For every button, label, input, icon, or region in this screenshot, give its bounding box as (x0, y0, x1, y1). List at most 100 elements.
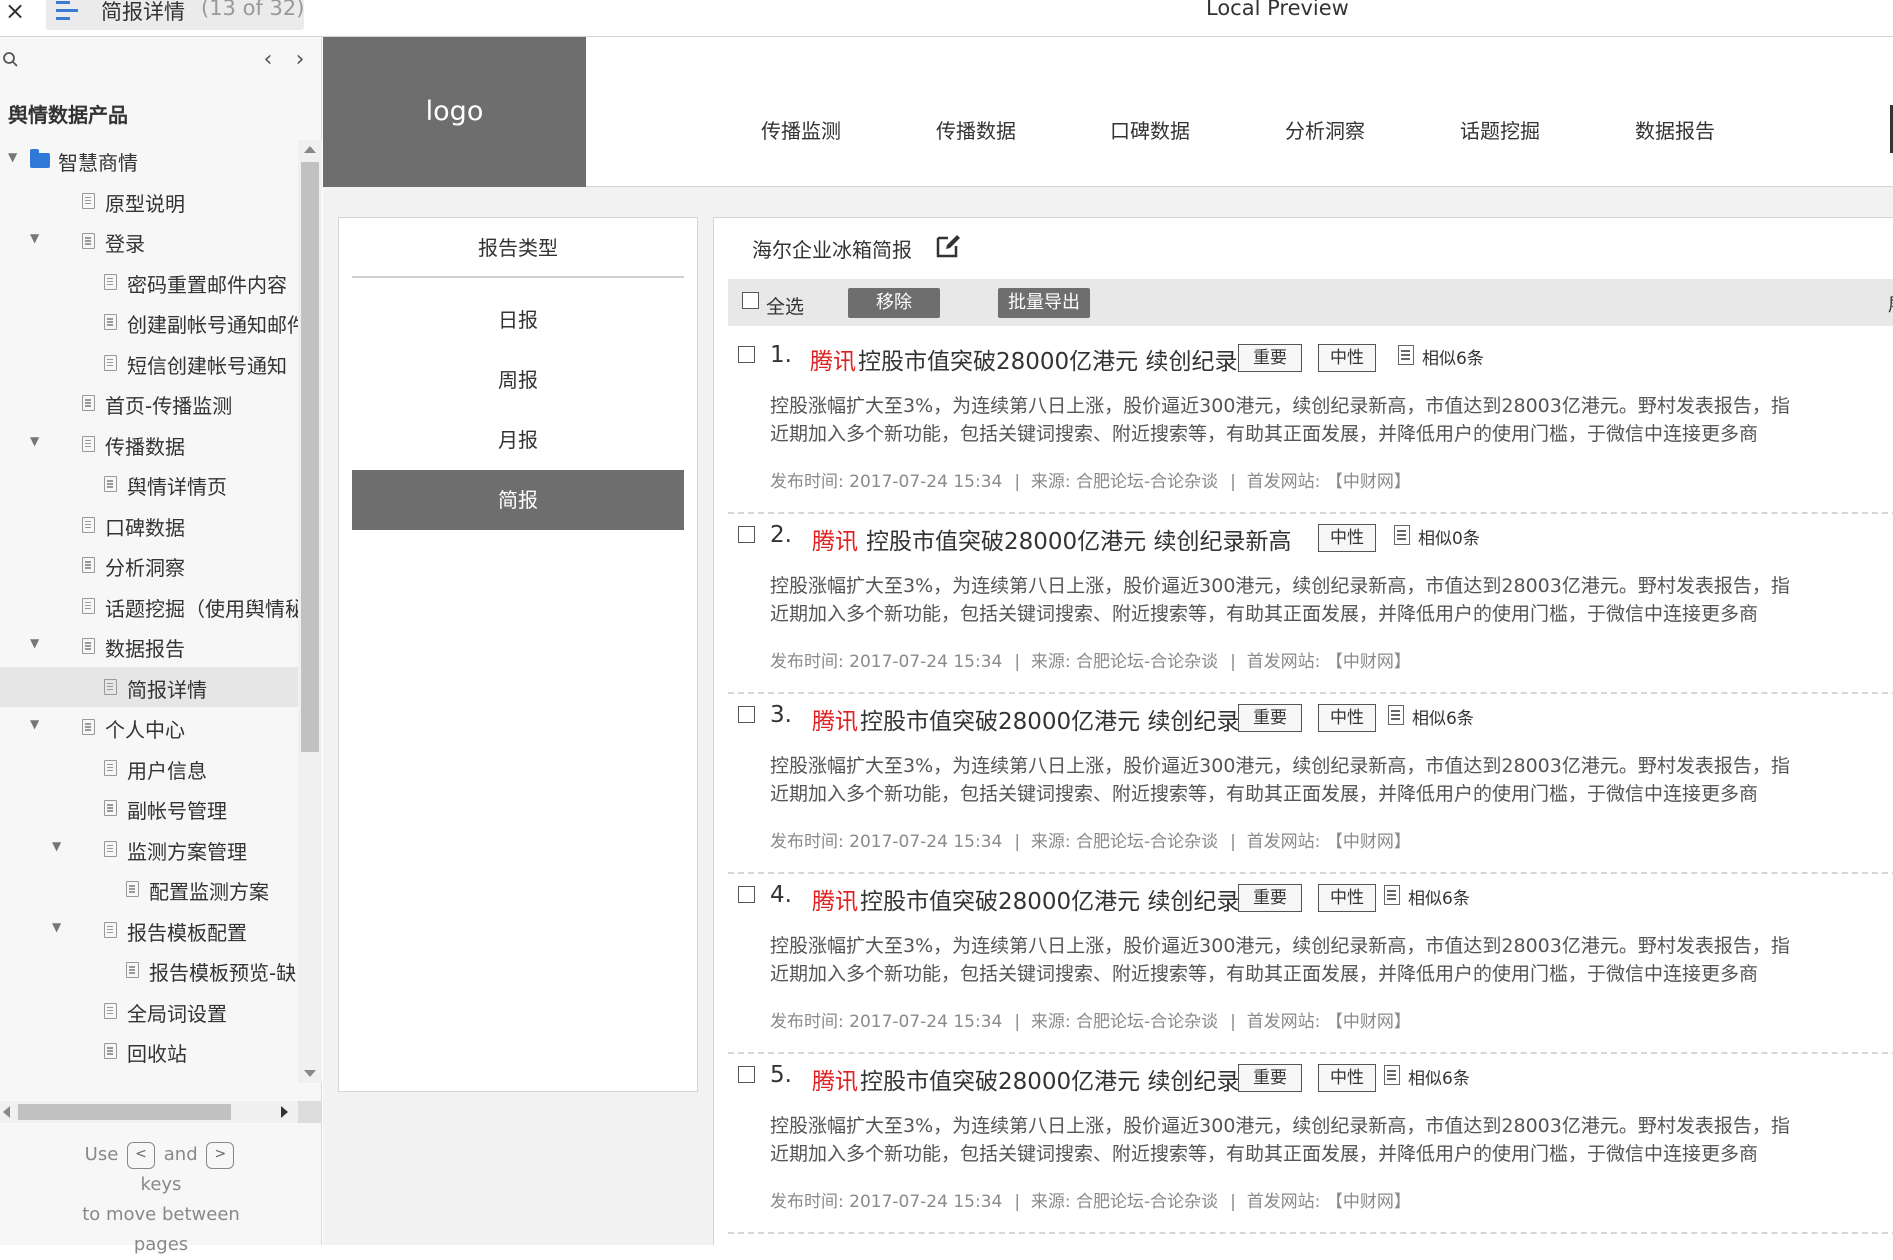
report-type-daily[interactable]: 日报 (352, 290, 684, 350)
nav-item[interactable]: 传播监测 (761, 115, 841, 144)
sidebar-item[interactable]: 话题挖掘（使用舆情秘书 (0, 586, 298, 627)
sidebar-item[interactable]: 简报详情 (0, 666, 298, 707)
sentiment-tag[interactable]: 中性 (1318, 704, 1376, 732)
nav-item[interactable]: 数据报告 (1635, 115, 1715, 144)
sidebar-item[interactable]: 全局词设置 (0, 991, 298, 1032)
next-key-icon: > (206, 1141, 235, 1169)
news-checkbox[interactable] (738, 526, 755, 543)
search-icon[interactable] (2, 51, 22, 71)
scroll-thumb[interactable] (301, 162, 319, 752)
sidebar-item[interactable]: ▼ 个人中心 (0, 707, 298, 748)
news-source[interactable]: 腾讯 (812, 882, 858, 916)
news-source[interactable]: 腾讯 (812, 702, 858, 736)
horizontal-scrollbar[interactable] (0, 1101, 322, 1123)
news-title[interactable]: 控股市值突破28000亿港元 续创纪录新高 (860, 702, 1285, 736)
similar-list-icon[interactable] (1384, 885, 1400, 905)
news-checkbox[interactable] (738, 706, 755, 723)
report-type-brief[interactable]: 简报 (352, 470, 684, 530)
nav-item[interactable]: 口碑数据 (1110, 115, 1190, 144)
nav-item[interactable]: 话题挖掘 (1460, 115, 1540, 144)
scroll-left-icon[interactable] (3, 1106, 10, 1118)
report-type-monthly[interactable]: 月报 (352, 410, 684, 470)
sentiment-tag[interactable]: 中性 (1318, 1064, 1376, 1092)
sidebar-item-label: 传播数据 (105, 434, 185, 459)
similar-list-icon[interactable] (1394, 525, 1410, 545)
menu-icon[interactable] (56, 1, 80, 21)
expand-button[interactable]: 展 (1888, 291, 1893, 317)
scroll-down-icon[interactable] (304, 1070, 316, 1077)
sidebar-item[interactable]: 配置监测方案 (0, 869, 298, 910)
news-title[interactable]: 控股市值突破28000亿港元 续创纪录新高 (860, 882, 1285, 916)
sidebar-item[interactable]: 口碑数据 (0, 505, 298, 546)
select-all-checkbox[interactable] (742, 292, 759, 309)
sidebar-item[interactable]: 创建副帐号通知邮件 (0, 302, 298, 343)
sidebar-item[interactable]: 副帐号管理 (0, 788, 298, 829)
news-checkbox[interactable] (738, 886, 755, 903)
nav-item[interactable]: 传播数据 (936, 115, 1016, 144)
previous-page-icon[interactable]: ‹ (258, 47, 278, 72)
similar-count[interactable]: 相似0条 (1418, 524, 1480, 549)
sidebar-item[interactable]: 短信创建帐号通知 (0, 343, 298, 384)
sentiment-tag[interactable]: 中性 (1318, 344, 1376, 372)
scroll-corner (298, 1101, 322, 1123)
similar-count[interactable]: 相似6条 (1412, 704, 1474, 729)
expand-arrow-icon[interactable]: ▼ (30, 717, 39, 731)
news-checkbox[interactable] (738, 1066, 755, 1083)
vertical-scrollbar[interactable] (298, 140, 322, 1083)
sidebar-item[interactable]: 回收站 (0, 1031, 298, 1072)
news-title[interactable]: 控股市值突破28000亿港元 续创纪录新高 (860, 1062, 1285, 1096)
select-all-label[interactable]: 全选 (766, 292, 804, 319)
expand-arrow-icon[interactable]: ▼ (30, 231, 39, 245)
expand-arrow-icon[interactable]: ▼ (52, 839, 61, 853)
sidebar-item[interactable]: 首页-传播监测 (0, 383, 298, 424)
news-checkbox[interactable] (738, 346, 755, 363)
news-title[interactable]: 控股市值突破28000亿港元 续创纪录新高 (858, 342, 1283, 376)
edit-icon[interactable] (934, 232, 962, 260)
remove-button[interactable]: 移除 (848, 288, 940, 318)
important-tag[interactable]: 重要 (1238, 704, 1302, 732)
logo[interactable]: logo (323, 37, 586, 187)
sidebar-item[interactable]: ▼ 智慧商情 (0, 140, 298, 181)
scroll-right-icon[interactable] (281, 1106, 288, 1118)
sidebar-item[interactable]: ▼ 传播数据 (0, 424, 298, 465)
sentiment-tag[interactable]: 中性 (1318, 524, 1376, 552)
scroll-up-icon[interactable] (304, 146, 316, 153)
sidebar-item[interactable]: 密码重置邮件内容 (0, 262, 298, 303)
next-page-icon[interactable]: › (290, 47, 310, 72)
important-tag[interactable]: 重要 (1238, 344, 1302, 372)
sidebar-item[interactable]: ▼ 数据报告 (0, 626, 298, 667)
news-source[interactable]: 腾讯 (812, 1062, 858, 1096)
important-tag[interactable]: 重要 (1238, 884, 1302, 912)
expand-arrow-icon[interactable]: ▼ (52, 920, 61, 934)
sidebar-item[interactable]: 分析洞察 (0, 545, 298, 586)
report-type-weekly[interactable]: 周报 (352, 350, 684, 410)
page-tab[interactable]: 简报详情 (13 of 32) (46, 0, 304, 30)
similar-list-icon[interactable] (1384, 1065, 1400, 1085)
sidebar-item[interactable]: 用户信息 (0, 748, 298, 789)
sidebar-item[interactable]: 舆情详情页 (0, 464, 298, 505)
similar-list-icon[interactable] (1398, 345, 1414, 365)
similar-count[interactable]: 相似6条 (1408, 1064, 1470, 1089)
similar-count[interactable]: 相似6条 (1408, 884, 1470, 909)
first-site: 首发网站: 【中财网】 (1246, 472, 1411, 492)
batch-export-button[interactable]: 批量导出 (998, 288, 1090, 318)
sidebar-item[interactable]: ▼ 登录 (0, 221, 298, 262)
sidebar-item[interactable]: ▼ 报告模板配置 (0, 910, 298, 951)
news-title[interactable]: 控股市值突破28000亿港元 续创纪录新高 (866, 522, 1291, 556)
scroll-thumb[interactable] (18, 1104, 231, 1120)
expand-arrow-icon[interactable]: ▼ (8, 150, 17, 164)
expand-arrow-icon[interactable]: ▼ (30, 434, 39, 448)
important-tag[interactable]: 重要 (1238, 1064, 1302, 1092)
sidebar-item[interactable]: 原型说明 (0, 181, 298, 222)
sidebar-item[interactable]: 报告模板预览-缺 (0, 950, 298, 991)
similar-list-icon[interactable] (1388, 705, 1404, 725)
similar-count[interactable]: 相似6条 (1422, 344, 1484, 369)
close-icon[interactable]: × (2, 0, 28, 26)
sentiment-tag[interactable]: 中性 (1318, 884, 1376, 912)
sidebar-item[interactable]: ▼ 监测方案管理 (0, 829, 298, 870)
news-source[interactable]: 腾讯 (812, 522, 858, 556)
nav-item[interactable]: 分析洞察 (1285, 115, 1365, 144)
expand-arrow-icon[interactable]: ▼ (30, 636, 39, 650)
news-number: 3. (770, 702, 792, 728)
news-source[interactable]: 腾讯 (810, 342, 856, 376)
